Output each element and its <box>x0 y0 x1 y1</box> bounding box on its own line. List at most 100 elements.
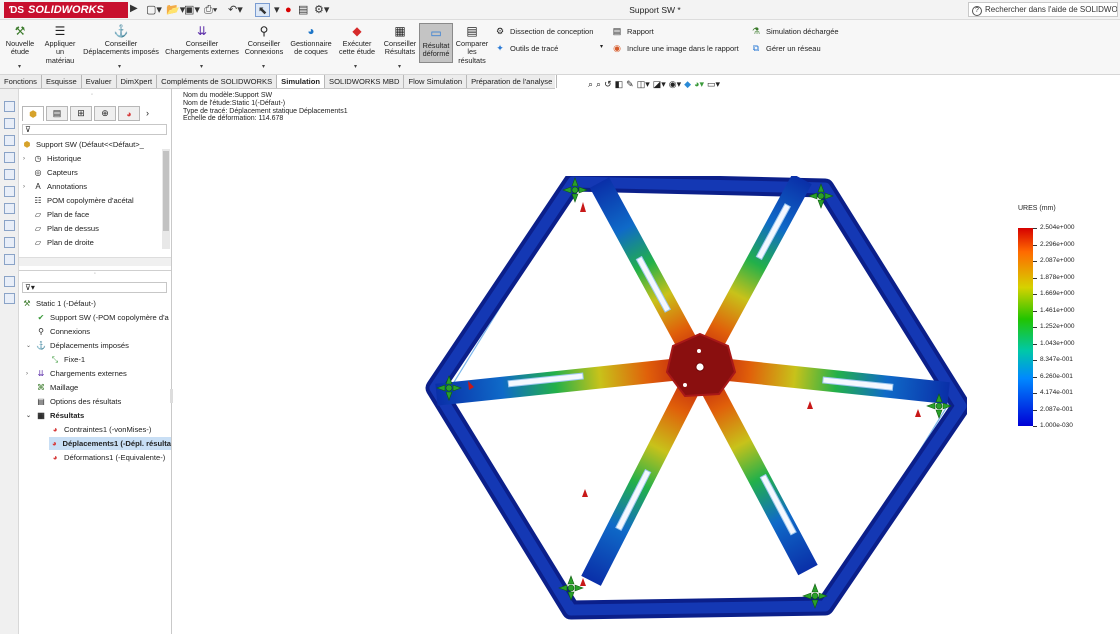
tree-item-front-plane[interactable]: ▱ Plan de face <box>23 208 89 221</box>
feature-filter-field[interactable]: ⊽ <box>22 124 167 135</box>
tree-root-part[interactable]: ⬢ Support SW (Défaut<<Défaut>_ <box>21 138 144 151</box>
run-study-button[interactable]: ◆ Exécuter cette étude <box>337 23 377 57</box>
strain-plot-node[interactable]: ◕ Déformations1 (-Equivalente-) <box>49 451 166 464</box>
strip-tool-icon-5[interactable] <box>4 169 15 180</box>
new-study-dropdown-icon[interactable]: ▾ <box>18 63 21 70</box>
fixtures-node[interactable]: ⌄ ⚓ Déplacements imposés <box>23 339 129 352</box>
select-cursor-icon[interactable]: ⬉ <box>255 3 271 17</box>
design-insight-button[interactable]: ⚙ Dissection de conception <box>494 26 593 37</box>
results-advisor-dropdown-icon[interactable]: ▾ <box>398 63 401 70</box>
tree-item-sensors[interactable]: ◎ Capteurs <box>23 166 78 179</box>
tab-addins[interactable]: Compléments de SOLIDWORKS <box>157 75 278 88</box>
manage-network-button[interactable]: ⧉ Gérer un réseau <box>750 43 821 54</box>
compare-results-button[interactable]: ▤ Comparer les résultats <box>455 23 489 65</box>
strip-tool-icon-2[interactable] <box>4 118 15 129</box>
fixture-1-node[interactable]: ⤡ Fixe-1 <box>49 353 85 366</box>
tree-item-top-plane[interactable]: ▱ Plan de dessus <box>23 222 99 235</box>
print-icon[interactable]: ⎙▾ <box>204 3 217 17</box>
study-filter-field[interactable]: ⊽▾ <box>22 282 167 293</box>
displacement-plot-node[interactable]: ◕ Déplacements1 (-Dépl. résulta <box>49 437 171 450</box>
rebuild-icon[interactable]: ● <box>285 3 292 17</box>
strip-tool-icon-4[interactable] <box>4 152 15 163</box>
deformed-result-button[interactable]: ▭ Résultat déformé <box>419 23 453 63</box>
tree-item-annotations[interactable]: › A Annotations <box>23 180 87 193</box>
displacement-plot-label: Déplacements1 (-Dépl. résulta <box>62 439 171 448</box>
strip-tool-icon-12[interactable] <box>4 293 15 304</box>
display-manager-tab[interactable]: ◕ <box>118 106 140 121</box>
feature-tree-scrollbar[interactable] <box>162 149 170 249</box>
strip-tool-icon-6[interactable] <box>4 186 15 197</box>
expand-icon[interactable]: › <box>23 156 32 162</box>
study-node[interactable]: ⚒ Static 1 (-Défaut-) <box>21 297 96 310</box>
strip-tool-icon-3[interactable] <box>4 135 15 146</box>
run-dropdown-icon[interactable]: ▾ <box>354 63 357 70</box>
connections-dropdown-icon[interactable]: ▾ <box>262 63 265 70</box>
menu-expand-icon[interactable]: ▶ <box>130 3 138 14</box>
result-legend[interactable]: URES (mm) 2.504e+000 2.296e+000 2.087e+000… <box>1018 205 1098 435</box>
stress-plot-node[interactable]: ◕ Contraintes1 (-vonMises-) <box>49 423 152 436</box>
strip-tool-icon-10[interactable] <box>4 254 15 265</box>
pane-splitter[interactable]: ◦ <box>19 270 171 278</box>
configuration-manager-tab[interactable]: ⊞ <box>70 106 92 121</box>
results-advisor-button[interactable]: ▦ Conseiller Résultats <box>381 23 419 57</box>
select-dropdown-icon[interactable]: ▾ <box>274 3 280 17</box>
undo-icon[interactable]: ↶▾ <box>228 3 243 17</box>
help-search-box[interactable]: ?Rechercher dans l'aide de SOLIDWORKS <box>968 2 1118 17</box>
strip-tool-icon-11[interactable] <box>4 276 15 287</box>
open-icon[interactable]: 📂▾ <box>166 3 185 17</box>
new-study-button[interactable]: ⚒ Nouvelle étude <box>4 23 36 57</box>
expand-icon[interactable]: › <box>23 184 32 190</box>
apply-material-button[interactable]: ☰ Appliquer un matériau <box>40 23 80 65</box>
strip-tool-icon-9[interactable] <box>4 237 15 248</box>
deformed-hex-support-model[interactable] <box>423 176 967 624</box>
fixtures-dropdown-icon[interactable]: ▾ <box>118 63 121 70</box>
report-button[interactable]: ▤ Rapport <box>611 26 654 37</box>
collapse-icon[interactable]: ⌄ <box>26 412 35 419</box>
options-gear-icon[interactable]: ⚙▾ <box>314 3 329 17</box>
shell-manager-button[interactable]: ◕ Gestionnaire de coques <box>287 23 335 57</box>
tab-features[interactable]: Fonctions <box>0 75 42 88</box>
scrollbar-thumb[interactable] <box>163 151 169 231</box>
tab-mbd[interactable]: SOLIDWORKS MBD <box>325 75 405 88</box>
expand-icon[interactable]: › <box>26 371 35 377</box>
solidworks-logo[interactable]: ƊS SOLIDWORKS <box>4 2 128 18</box>
fixtures-advisor-button[interactable]: ⚓ Conseiller Déplacements imposés <box>82 23 160 57</box>
connections-button[interactable]: ⚲ Conseiller Connexions <box>242 23 286 57</box>
strip-tool-icon-7[interactable] <box>4 203 15 214</box>
plot-tools-dropdown-icon[interactable]: ▾ <box>600 43 603 50</box>
tab-simulation[interactable]: Simulation <box>277 75 325 88</box>
study-part-node[interactable]: ✔ Support SW (-POM copolymère d'a <box>35 311 169 324</box>
dimxpert-manager-tab[interactable]: ⊕ <box>94 106 116 121</box>
collapse-icon[interactable]: ⌄ <box>26 342 35 349</box>
strip-tool-icon-1[interactable] <box>4 101 15 112</box>
save-icon[interactable]: ▣▾ <box>184 3 200 17</box>
file-properties-icon[interactable]: ▤ <box>298 3 308 17</box>
include-image-button[interactable]: ◉ Inclure une image dans le rapport <box>611 43 739 54</box>
tab-analysis-prep[interactable]: Préparation de l'analyse <box>467 75 558 88</box>
tree-item-material[interactable]: ☷ POM copolymère d'acétal <box>23 194 133 207</box>
tab-flow-simulation[interactable]: Flow Simulation <box>404 75 468 88</box>
tab-sketch[interactable]: Esquisse <box>42 75 82 88</box>
strip-tool-icon-8[interactable] <box>4 220 15 231</box>
tree-item-history[interactable]: › ◷ Historique <box>23 152 81 165</box>
mesh-node[interactable]: ⌘ Maillage <box>35 381 78 394</box>
external-loads-button[interactable]: ⇊ Conseiller Chargements externes <box>162 23 242 57</box>
external-loads-node[interactable]: › ⇊ Chargements externes <box>23 367 127 380</box>
connections-node[interactable]: ⚲ Connexions <box>35 325 90 338</box>
graphics-area[interactable]: Nom du modèle:Support SW Nom de l'étude:… <box>173 89 1120 634</box>
offloaded-simulation-button[interactable]: ⚗ Simulation déchargée <box>750 26 839 37</box>
results-node[interactable]: ⌄ ▦ Résultats <box>23 409 84 422</box>
plot-tools-button[interactable]: ✦ Outils de tracé <box>494 43 558 54</box>
property-manager-tab[interactable]: ▤ <box>46 106 68 121</box>
pane-expand-icon[interactable]: › <box>146 106 149 121</box>
result-options-node[interactable]: ▤ Options des résultats <box>35 395 121 408</box>
tab-evaluate[interactable]: Evaluer <box>82 75 117 88</box>
feature-manager-tab[interactable]: ⬢ <box>22 106 44 121</box>
fixture-1-label: Fixe-1 <box>64 355 86 364</box>
feature-tree-hscrollbar[interactable] <box>19 257 171 266</box>
new-document-icon[interactable]: ▢▾ <box>146 3 162 17</box>
tab-dimxpert[interactable]: DimXpert <box>117 75 158 88</box>
pane-grip-icon[interactable]: ◦ <box>91 92 93 98</box>
loads-dropdown-icon[interactable]: ▾ <box>200 63 203 70</box>
tree-item-right-plane[interactable]: ▱ Plan de droite <box>23 236 94 249</box>
